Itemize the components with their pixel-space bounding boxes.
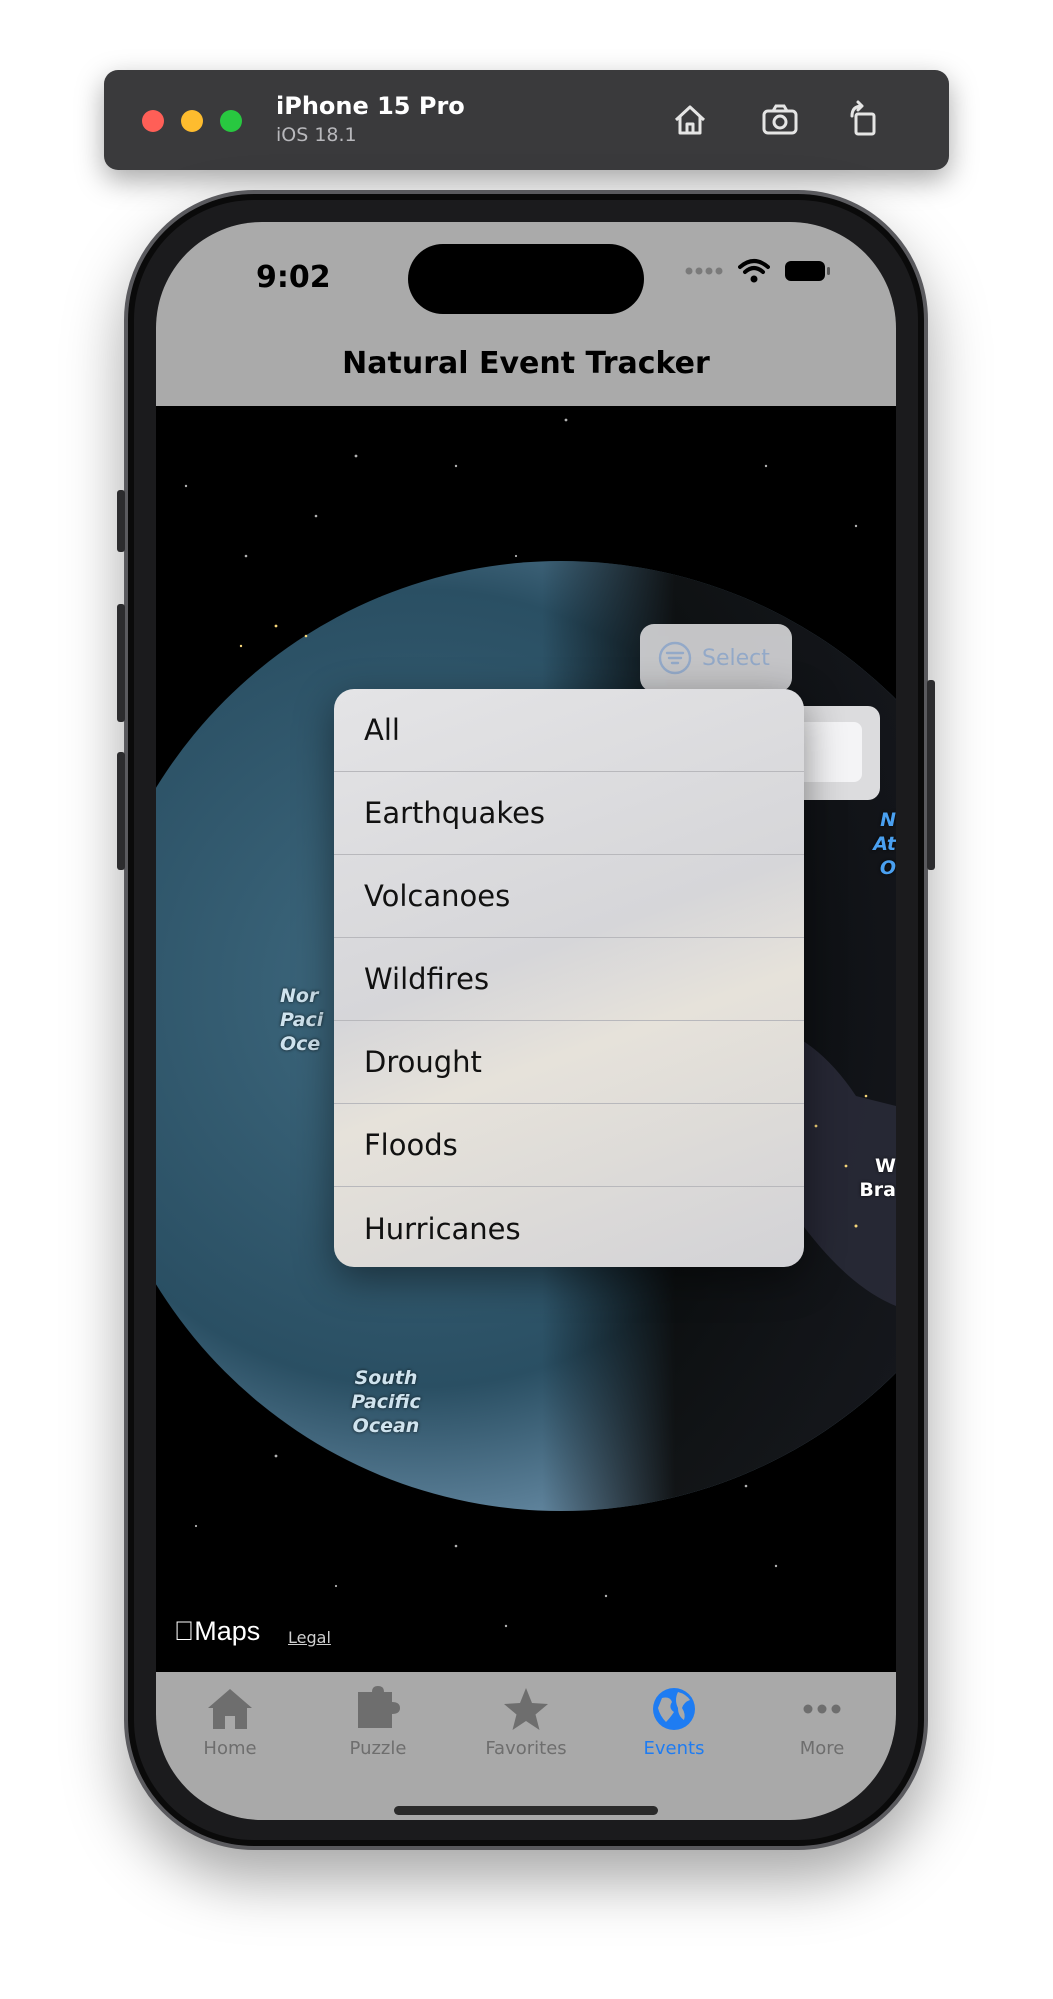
house-icon [674, 105, 706, 135]
close-window-button[interactable] [142, 110, 164, 132]
volume-up-button [117, 604, 125, 722]
camera-icon [762, 104, 798, 135]
battery-icon [785, 261, 830, 281]
menu-item-wildfires[interactable]: Wildfires [334, 938, 804, 1021]
globe-map[interactable]: Nor Paci Oce South Pacific Ocean N At O … [156, 406, 896, 1672]
cellular-signal-icon [685, 267, 723, 275]
north-atlantic-label: N At O [873, 809, 896, 879]
os-version: iOS 18.1 [276, 124, 357, 146]
north-pacific-label: Nor Paci Oce [280, 985, 324, 1055]
status-icons [684, 258, 832, 284]
minimize-window-button[interactable] [181, 110, 203, 132]
star-icon [504, 1688, 548, 1730]
volume-down-button [117, 752, 125, 870]
more-icon [803, 1704, 841, 1714]
tab-more-label: More [799, 1738, 845, 1759]
menu-item-drought[interactable]: Drought [334, 1021, 804, 1104]
action-button [117, 490, 125, 552]
tab-events-label: Events [643, 1738, 705, 1759]
brazil-label: W Bra [859, 1155, 896, 1201]
simulator-toolbar: iPhone 15 Pro iOS 18.1 [104, 70, 949, 170]
apple-maps-logo: Maps [174, 1616, 260, 1646]
screenshot-button[interactable] [754, 94, 806, 146]
filter-icon [658, 641, 692, 675]
dynamic-island [408, 244, 644, 314]
home-button[interactable] [664, 94, 716, 146]
event-type-menu: All Earthquakes Volcanoes Wildfires Drou… [334, 689, 804, 1267]
page-title: Natural Event Tracker [342, 346, 710, 381]
tab-puzzle[interactable]: Puzzle [304, 1686, 452, 1759]
select-button-label: Select [702, 645, 770, 671]
legal-link[interactable]: Legal [288, 1628, 331, 1647]
rotate-icon [850, 100, 876, 136]
tab-bar: Home Puzzle Favorites Events More [156, 1672, 896, 1820]
puzzle-icon [358, 1686, 400, 1728]
status-time: 9:02 [256, 260, 331, 295]
device-name: iPhone 15 Pro [276, 92, 465, 120]
tab-puzzle-label: Puzzle [349, 1738, 407, 1759]
south-pacific-label: South Pacific Ocean [351, 1367, 421, 1437]
tab-home-label: Home [203, 1738, 257, 1759]
home-indicator[interactable] [394, 1806, 658, 1815]
house-icon [208, 1689, 252, 1729]
apple-logo-icon:  [174, 1616, 194, 1646]
globe-icon [653, 1688, 695, 1730]
phone-screen: 9:02 Natural Event Tracker Nor Paci Oce … [156, 222, 896, 1820]
menu-item-earthquakes[interactable]: Earthquakes [334, 772, 804, 855]
tab-more[interactable]: More [748, 1686, 896, 1759]
tab-events[interactable]: Events [600, 1686, 748, 1759]
zoom-window-button[interactable] [220, 110, 242, 132]
menu-item-volcanoes[interactable]: Volcanoes [334, 855, 804, 938]
menu-item-floods[interactable]: Floods [334, 1104, 804, 1187]
menu-item-all[interactable]: All [334, 689, 804, 772]
menu-item-hurricanes[interactable]: Hurricanes [334, 1187, 804, 1267]
power-button [927, 680, 935, 870]
tab-home[interactable]: Home [156, 1686, 304, 1759]
rotate-button[interactable] [838, 94, 890, 146]
tab-favorites[interactable]: Favorites [452, 1686, 600, 1759]
wifi-icon [738, 259, 770, 283]
select-filter-button[interactable]: Select [640, 624, 792, 692]
status-and-nav-bar: 9:02 Natural Event Tracker [156, 222, 896, 406]
tab-favorites-label: Favorites [485, 1738, 567, 1759]
